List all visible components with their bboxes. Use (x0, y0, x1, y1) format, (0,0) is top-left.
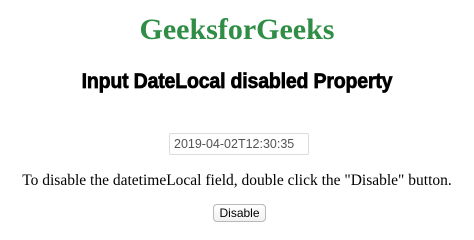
disable-button[interactable]: Disable (213, 204, 266, 222)
site-title: GeeksforGeeks (139, 13, 335, 46)
page-heading: Input DateLocal disabled Property (81, 70, 393, 94)
instructions-text: To disable the datetimeLocal field, doub… (22, 172, 452, 189)
page: GeeksforGeeks Input DateLocal disabled P… (0, 0, 474, 235)
datetime-local-input[interactable]: 2019-04-02T12:30:35 (169, 133, 309, 155)
